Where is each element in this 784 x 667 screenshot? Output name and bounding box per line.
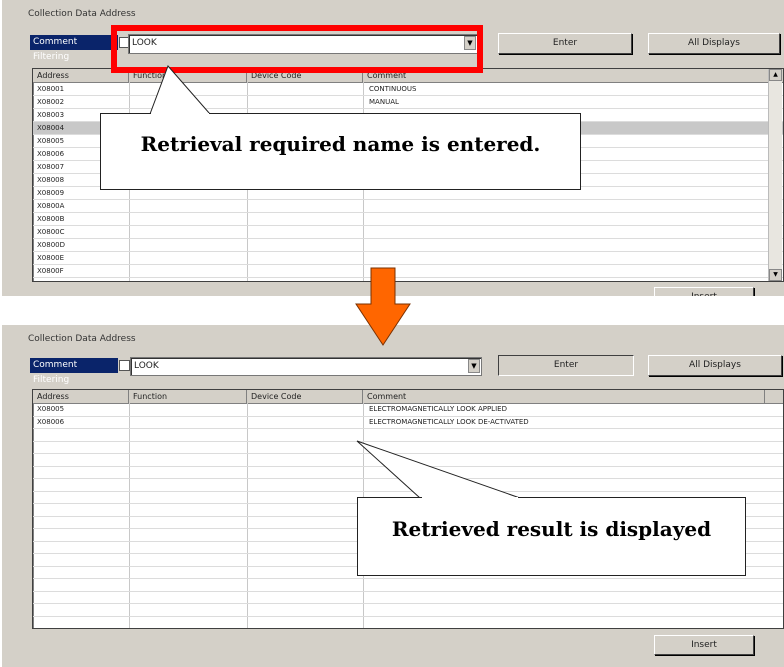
address-cell: X0800B xyxy=(37,215,65,223)
column-header-device-code[interactable]: Device Code xyxy=(247,69,363,82)
table-row[interactable] xyxy=(33,442,783,454)
insert-button[interactable]: Insert xyxy=(654,635,754,655)
table-row[interactable] xyxy=(33,467,783,479)
vertical-scrollbar[interactable]: ▲ ▼ xyxy=(768,69,782,281)
table-row[interactable]: X0800D xyxy=(33,239,783,252)
address-cell: X08002 xyxy=(37,98,65,106)
address-cell: X08001 xyxy=(37,85,65,93)
address-cell: X08007 xyxy=(37,163,65,171)
table-row[interactable]: X0800A xyxy=(33,200,783,213)
column-header-address[interactable]: Address xyxy=(33,390,129,403)
scroll-down-button[interactable]: ▼ xyxy=(769,269,782,281)
address-cell: X0800C xyxy=(37,228,65,236)
address-cell: X08003 xyxy=(37,111,65,119)
column-header-address[interactable]: Address xyxy=(33,69,129,82)
address-cell: X0800F xyxy=(37,267,64,275)
comment-filter-value: LOOK xyxy=(134,361,159,371)
column-header-function[interactable]: Function xyxy=(129,390,247,403)
table-row[interactable] xyxy=(33,454,783,467)
filter-checkbox[interactable] xyxy=(119,360,130,371)
table-row[interactable] xyxy=(33,579,783,592)
all-displays-button[interactable]: All Displays xyxy=(648,355,782,376)
table-row[interactable]: X0800C xyxy=(33,226,783,239)
callout-retrieved-result: Retrieved result is displayed xyxy=(357,497,746,576)
address-cell: X08005 xyxy=(37,405,65,413)
scroll-up-button[interactable]: ▲ xyxy=(769,69,782,81)
table-row[interactable] xyxy=(33,604,783,617)
table-row[interactable]: X0800F xyxy=(33,265,783,278)
comment-filtering-label: Comment Filtering xyxy=(30,358,118,385)
table-row[interactable] xyxy=(33,479,783,492)
comment-cell: ELECTROMAGNETICALLY LOOK DE-ACTIVATED xyxy=(369,417,529,426)
comment-cell: ELECTROMAGNETICALLY LOOK APPLIED xyxy=(369,405,507,413)
address-cell: X0800E xyxy=(37,254,65,262)
table-row[interactable]: X0800E xyxy=(33,252,783,265)
address-cell: X0800A xyxy=(37,202,65,210)
table-header: Address Function Device Code Comment xyxy=(33,390,783,404)
comment-cell: MANUAL xyxy=(369,98,399,106)
callout-retrieval-entered: Retrieval required name is entered. xyxy=(100,113,581,190)
enter-button[interactable]: Enter xyxy=(498,33,632,54)
all-displays-button[interactable]: All Displays xyxy=(648,33,780,54)
comment-filter-combo[interactable]: LOOK ▼ xyxy=(128,34,478,54)
table-header: Address Function Device Code Comment xyxy=(33,69,783,83)
bottom-window-panel: Collection Data Address Comment Filterin… xyxy=(2,325,784,667)
table-row[interactable] xyxy=(33,617,783,629)
comment-filter-combo[interactable]: LOOK ▼ xyxy=(130,357,482,376)
column-header-comment[interactable]: Comment xyxy=(363,390,765,403)
table-row[interactable]: X08005 ELECTROMAGNETICALLY LOOK APPLIED xyxy=(33,404,783,417)
table-row[interactable]: X0800B xyxy=(33,213,783,226)
table-row[interactable]: X08001 CONTINUOUS xyxy=(33,83,783,96)
address-cell: X08006 xyxy=(37,150,65,158)
address-cell: X08006 xyxy=(37,417,65,426)
address-cell: X08005 xyxy=(37,137,65,145)
comment-cell: CONTINUOUS xyxy=(369,85,417,93)
comment-filtering-label: Comment Filtering xyxy=(30,35,118,62)
column-header-device-code[interactable]: Device Code xyxy=(247,390,363,403)
group-title: Collection Data Address xyxy=(28,334,136,344)
table-row[interactable]: X08002 MANUAL xyxy=(33,96,783,109)
enter-button[interactable]: Enter xyxy=(498,355,634,376)
table-row[interactable]: X08006 ELECTROMAGNETICALLY LOOK DE-ACTIVA… xyxy=(33,417,783,429)
chevron-down-icon[interactable]: ▼ xyxy=(468,359,480,373)
column-header-function[interactable]: Function xyxy=(129,69,247,82)
table-row[interactable] xyxy=(33,429,783,442)
group-title: Collection Data Address xyxy=(28,9,136,19)
comment-filter-value: LOOK xyxy=(132,38,157,48)
column-header-comment[interactable]: Comment xyxy=(363,69,765,82)
address-cell: X08009 xyxy=(37,189,65,197)
table-row[interactable] xyxy=(33,592,783,604)
insert-button[interactable]: Insert xyxy=(654,287,754,296)
address-cell: X08008 xyxy=(37,176,65,184)
address-cell: X0800D xyxy=(37,241,65,249)
address-cell: X08004 xyxy=(37,124,65,132)
chevron-down-icon[interactable]: ▼ xyxy=(464,36,476,50)
